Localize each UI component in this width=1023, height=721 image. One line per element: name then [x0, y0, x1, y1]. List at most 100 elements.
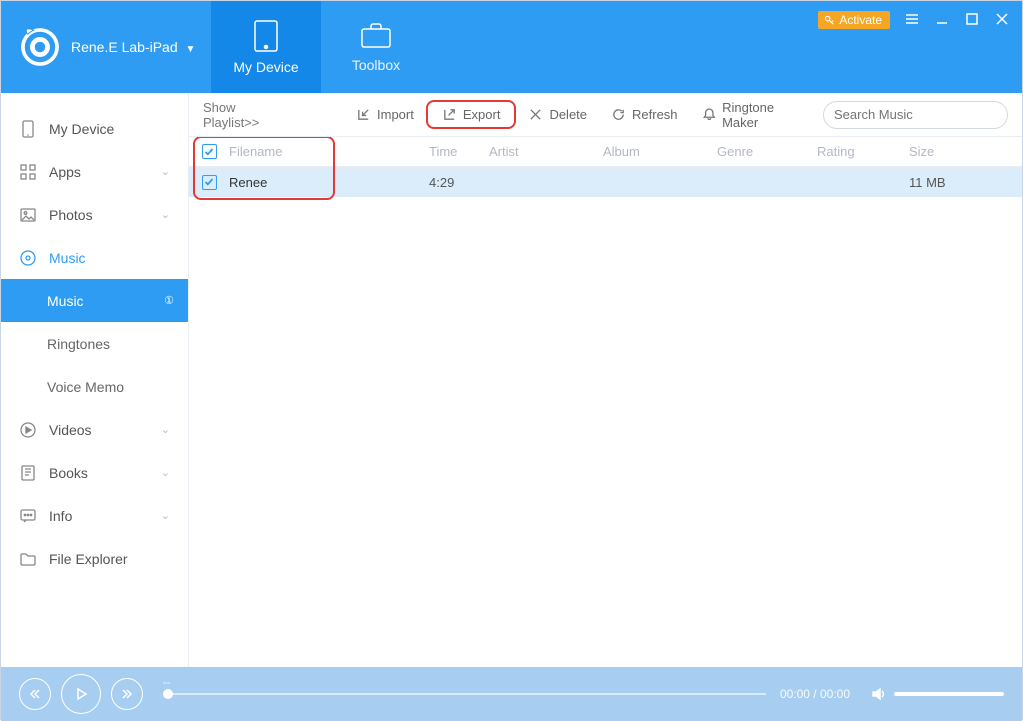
sidebar-item-music[interactable]: Music — [1, 236, 188, 279]
show-playlist-link[interactable]: Show Playlist>> — [203, 100, 319, 130]
message-icon — [19, 507, 37, 525]
header-rating[interactable]: Rating — [817, 144, 909, 159]
header-checkbox-cell[interactable] — [189, 144, 229, 159]
sidebar-sub-label: Ringtones — [47, 336, 110, 352]
header-genre[interactable]: Genre — [717, 144, 817, 159]
header-album[interactable]: Album — [603, 144, 717, 159]
caret-down-icon: ▼ — [186, 44, 196, 55]
main-tabs: My Device Toolbox — [211, 1, 431, 93]
export-button[interactable]: Export — [426, 100, 517, 129]
device-name-label: Rene.E Lab-iPad — [71, 39, 178, 55]
title-bar: Rene.E Lab-iPad ▼ My Device Toolbox Acti… — [1, 1, 1022, 93]
maximize-icon[interactable] — [964, 11, 980, 27]
sidebar-sub-voice-memo[interactable]: Voice Memo — [1, 365, 188, 408]
bell-icon — [702, 107, 717, 122]
cell-filename: Renee — [229, 175, 429, 190]
sidebar-sub-ringtones[interactable]: Ringtones — [1, 322, 188, 365]
next-button[interactable] — [111, 678, 143, 710]
app-logo-icon — [19, 26, 61, 68]
key-icon — [824, 15, 835, 26]
sidebar-item-books[interactable]: Books ⌄ — [1, 451, 188, 494]
export-icon — [442, 107, 457, 122]
cell-time: 4:29 — [429, 175, 489, 190]
menu-icon[interactable] — [904, 11, 920, 27]
progress-head[interactable] — [163, 689, 173, 699]
close-icon[interactable] — [994, 11, 1010, 27]
device-selector[interactable]: Rene.E Lab-iPad ▼ — [71, 39, 195, 55]
sidebar-label: Apps — [49, 164, 81, 180]
book-icon — [19, 464, 37, 482]
refresh-label: Refresh — [632, 107, 678, 122]
content-pane: Show Playlist>> Import Export Delete Ref… — [189, 93, 1022, 667]
play-circle-icon — [19, 421, 37, 439]
chevron-down-icon: ⌄ — [161, 208, 170, 221]
sidebar-label: Books — [49, 465, 88, 481]
tab-my-device[interactable]: My Device — [211, 1, 321, 93]
tab-toolbox[interactable]: Toolbox — [321, 1, 431, 93]
sidebar-item-my-device[interactable]: My Device — [1, 107, 188, 150]
export-label: Export — [463, 107, 501, 122]
tab-toolbox-label: Toolbox — [352, 57, 400, 73]
grid-icon — [19, 163, 37, 181]
sidebar-label: Videos — [49, 422, 92, 438]
table-row[interactable]: Renee 4:29 11 MB — [189, 167, 1022, 197]
player-bar: -- 00:00 / 00:00 — [1, 667, 1022, 721]
delete-icon — [528, 107, 543, 122]
refresh-icon — [611, 107, 626, 122]
folder-icon — [19, 550, 37, 568]
sidebar-label: My Device — [49, 121, 114, 137]
activate-button[interactable]: Activate — [818, 11, 890, 29]
sidebar-sub-music[interactable]: Music ① — [1, 279, 188, 322]
volume-slider[interactable] — [894, 692, 1004, 696]
checkbox-icon — [202, 144, 217, 159]
play-button[interactable] — [61, 674, 101, 714]
sidebar-label: Info — [49, 508, 72, 524]
volume-icon — [870, 686, 886, 702]
refresh-button[interactable]: Refresh — [599, 101, 690, 128]
rewind-icon — [28, 687, 42, 701]
import-label: Import — [377, 107, 414, 122]
activate-label: Activate — [839, 13, 882, 27]
header-size[interactable]: Size — [909, 144, 989, 159]
delete-label: Delete — [549, 107, 587, 122]
minimize-icon[interactable] — [934, 11, 950, 27]
chevron-down-icon: ⌄ — [161, 165, 170, 178]
logo-block: Rene.E Lab-iPad ▼ — [1, 1, 211, 93]
sidebar-item-photos[interactable]: Photos ⌄ — [1, 193, 188, 236]
forward-icon — [120, 687, 134, 701]
music-table: Filename Time Artist Album Genre Rating … — [189, 137, 1022, 667]
chevron-down-icon: ⌄ — [161, 466, 170, 479]
row-checkbox-cell[interactable] — [189, 175, 229, 190]
prev-button[interactable] — [19, 678, 51, 710]
header-filename[interactable]: Filename — [229, 144, 429, 159]
sidebar-label: Music — [49, 250, 86, 266]
progress-line — [163, 693, 766, 695]
chevron-down-icon: ⌄ — [161, 423, 170, 436]
header-artist[interactable]: Artist — [489, 144, 603, 159]
image-icon — [19, 206, 37, 224]
window-controls: Activate — [818, 1, 1022, 93]
progress-track[interactable]: -- — [163, 693, 766, 695]
search-input[interactable] — [834, 107, 1010, 122]
ringtone-maker-label: Ringtone Maker — [722, 100, 811, 130]
checkbox-icon — [202, 175, 217, 190]
cell-size: 11 MB — [909, 175, 989, 190]
sidebar-item-videos[interactable]: Videos ⌄ — [1, 408, 188, 451]
volume-control[interactable] — [870, 686, 1004, 702]
import-icon — [356, 107, 371, 122]
toolbar: Show Playlist>> Import Export Delete Ref… — [189, 93, 1022, 137]
disc-icon — [19, 249, 37, 267]
time-display: 00:00 / 00:00 — [780, 687, 850, 701]
now-playing-label: -- — [163, 677, 170, 689]
sidebar-item-apps[interactable]: Apps ⌄ — [1, 150, 188, 193]
ringtone-maker-button[interactable]: Ringtone Maker — [690, 94, 823, 136]
tab-my-device-label: My Device — [233, 59, 298, 75]
sidebar-item-info[interactable]: Info ⌄ — [1, 494, 188, 537]
import-button[interactable]: Import — [344, 101, 426, 128]
sidebar-item-file-explorer[interactable]: File Explorer — [1, 537, 188, 580]
header-time[interactable]: Time — [429, 144, 489, 159]
sidebar-sub-label: Voice Memo — [47, 379, 124, 395]
body: My Device Apps ⌄ Photos ⌄ Music Music ① … — [1, 93, 1022, 667]
delete-button[interactable]: Delete — [516, 101, 599, 128]
search-box[interactable] — [823, 101, 1008, 129]
